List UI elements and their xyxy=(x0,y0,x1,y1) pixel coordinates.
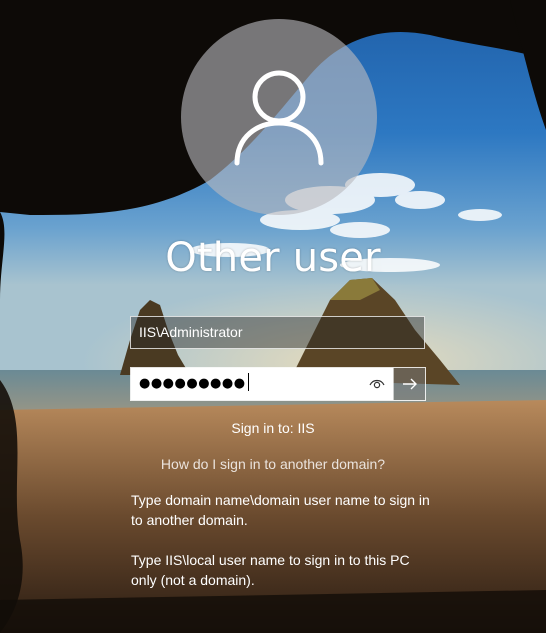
help-text-local: Type IIS\local user name to sign in to t… xyxy=(131,552,410,588)
domain-help-link[interactable]: How do I sign in to another domain? xyxy=(0,456,546,472)
arrow-right-icon xyxy=(402,378,417,390)
help-text-domain: Type domain name\domain user name to sig… xyxy=(131,492,430,528)
lock-screen: Other user IIS\Administrator ●●●●●●●●● S… xyxy=(0,0,546,633)
password-field[interactable]: ●●●●●●●●● xyxy=(131,368,393,400)
text-caret xyxy=(247,373,249,391)
username-field[interactable]: IIS\Administrator xyxy=(130,316,425,349)
submit-button[interactable] xyxy=(393,368,425,400)
user-name-title: Other user xyxy=(165,235,381,281)
password-input-group: ●●●●●●●●● xyxy=(130,367,426,401)
password-mask: ●●●●●●●●● xyxy=(139,368,249,400)
user-avatar xyxy=(181,19,377,215)
sign-in-target: Sign in to: IIS xyxy=(231,420,315,436)
user-silhouette-icon xyxy=(234,70,324,166)
eye-icon[interactable] xyxy=(365,368,389,400)
